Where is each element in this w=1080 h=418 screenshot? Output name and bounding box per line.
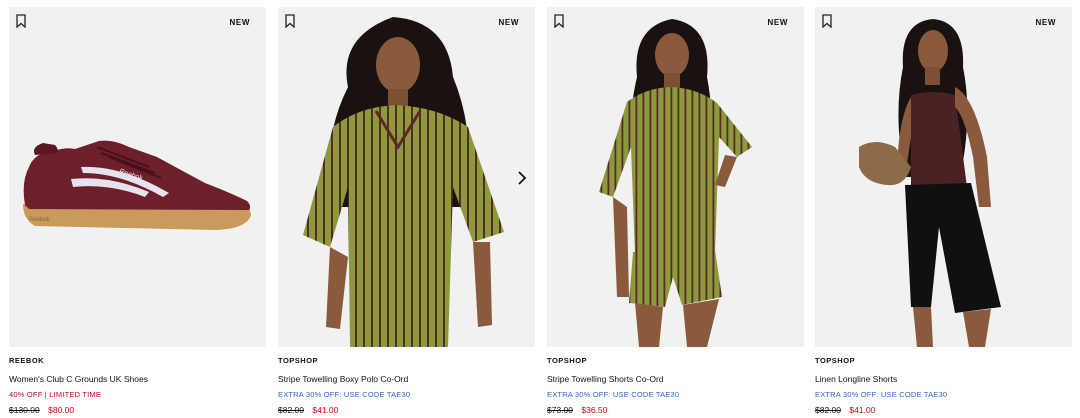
product-brand: TOPSHOP	[547, 356, 588, 365]
new-badge: NEW	[1035, 18, 1056, 27]
original-price: $82.00	[278, 405, 304, 415]
product-brand: TOPSHOP	[278, 356, 319, 365]
original-price: $130.00	[9, 405, 40, 415]
product-card[interactable]: NEW TOPSHOP Stripe Towelling Shorts Co-O…	[547, 7, 804, 415]
product-image[interactable]: Reebok Reebok NEW	[9, 7, 266, 347]
product-image[interactable]: NEW	[815, 7, 1072, 347]
product-title[interactable]: Women's Club C Grounds UK Shoes	[9, 374, 266, 384]
model-image	[303, 17, 504, 347]
bookmark-icon[interactable]	[821, 14, 833, 28]
model-image	[859, 19, 1001, 347]
new-badge: NEW	[229, 18, 250, 27]
svg-text:Reebok: Reebok	[29, 217, 51, 223]
promo-text: EXTRA 30% OFF: USE CODE TAE30	[547, 390, 680, 399]
price-row: $73.00 $36.50	[547, 405, 804, 415]
sneaker-image: Reebok Reebok	[23, 140, 251, 230]
price-row: $82.00 $41.00	[278, 405, 535, 415]
promo-text: EXTRA 30% OFF: USE CODE TAE30	[815, 390, 948, 399]
product-title[interactable]: Stripe Towelling Shorts Co-Ord	[547, 374, 804, 384]
promo-text: EXTRA 30% OFF: USE CODE TAE30	[278, 390, 411, 399]
product-image[interactable]: NEW	[278, 7, 535, 347]
bookmark-icon[interactable]	[284, 14, 296, 28]
product-brand: TOPSHOP	[815, 356, 856, 365]
bookmark-icon[interactable]	[553, 14, 565, 28]
price-row: $130.00 $80.00	[9, 405, 266, 415]
model-image	[599, 19, 752, 347]
product-title[interactable]: Stripe Towelling Boxy Polo Co-Ord	[278, 374, 535, 384]
product-grid: Reebok Reebok NEW REEBOK Women's Club C …	[0, 0, 1080, 418]
product-title[interactable]: Linen Longline Shorts	[815, 374, 1072, 384]
sale-price: $80.00	[48, 405, 75, 415]
sale-price: $36.50	[581, 405, 608, 415]
product-brand: REEBOK	[9, 356, 45, 365]
price-row: $82.00 $41.00	[815, 405, 1072, 415]
bookmark-icon[interactable]	[15, 14, 27, 28]
new-badge: NEW	[498, 18, 519, 27]
original-price: $82.00	[815, 405, 841, 415]
original-price: $73.00	[547, 405, 573, 415]
product-image[interactable]: NEW	[547, 7, 804, 347]
chevron-right-icon[interactable]	[511, 167, 533, 189]
product-card[interactable]: Reebok Reebok NEW REEBOK Women's Club C …	[9, 7, 266, 415]
sale-price: $41.00	[312, 405, 339, 415]
product-card[interactable]: NEW TOPSHOP Linen Longline Shorts EXTRA …	[815, 7, 1072, 415]
sale-price: $41.00	[849, 405, 876, 415]
product-card[interactable]: NEW TOPSHOP Stripe Towelling Boxy Polo C…	[278, 7, 535, 415]
promo-text: 40% OFF | LIMITED TIME	[9, 390, 102, 399]
new-badge: NEW	[767, 18, 788, 27]
